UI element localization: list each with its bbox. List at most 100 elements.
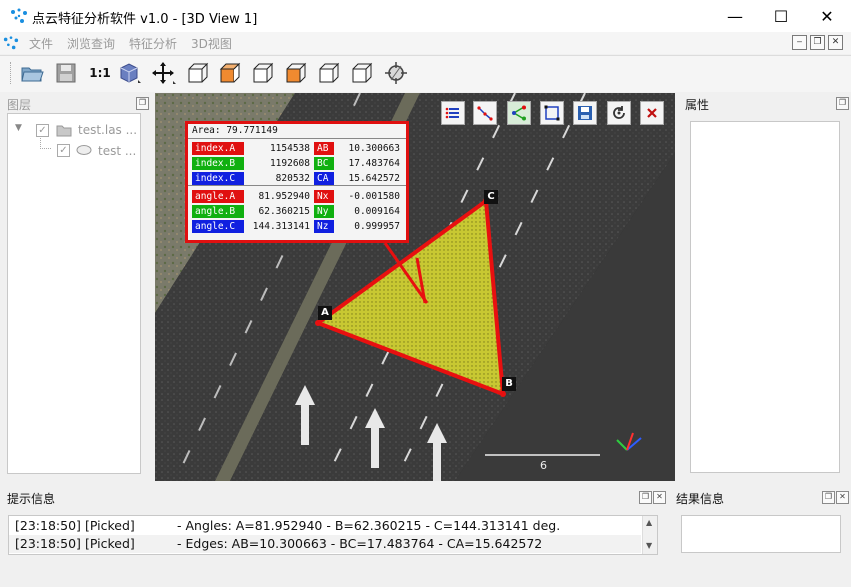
info-label-secondary: Nz <box>314 220 334 233</box>
select-box-icon <box>544 105 560 121</box>
hint-panel-close-button[interactable]: ✕ <box>653 491 666 504</box>
pan-move-icon <box>152 62 176 84</box>
3d-view-canvas[interactable]: A B C 6 Area: 79.771149 index.A 1154538 AB… <box>155 93 675 481</box>
point-label-a: A <box>318 306 332 320</box>
point-a-marker <box>315 320 321 326</box>
properties-area <box>690 121 840 473</box>
cube-view-button[interactable] <box>116 60 144 86</box>
menu-browse[interactable]: 浏览查询 <box>67 35 115 52</box>
view-left-button[interactable] <box>249 60 277 86</box>
mdi-restore-button[interactable]: ❐ <box>810 35 825 50</box>
close-button[interactable]: ✕ <box>804 0 850 32</box>
menu-3d-view[interactable]: 3D视图 <box>191 35 232 52</box>
window-title: 点云特征分析软件 v1.0 - [3D View 1] <box>32 12 258 27</box>
view-triangle-button[interactable] <box>507 101 531 125</box>
menu-analysis[interactable]: 特征分析 <box>129 35 177 52</box>
layer-item-label[interactable]: test.las ... <box>78 123 137 137</box>
view-list-button[interactable] <box>441 101 465 125</box>
measure-target-icon <box>385 62 407 84</box>
scroll-up-icon[interactable]: ▲ <box>646 518 652 527</box>
log-list: [23:18:50] [Picked] - Angles: A=81.95294… <box>8 515 658 555</box>
point-label-b: B <box>502 377 516 391</box>
view-right-button[interactable] <box>315 60 343 86</box>
tree-connector <box>40 136 51 149</box>
view-left-icon <box>253 62 274 83</box>
mdi-minimize-button[interactable]: ‒ <box>792 35 807 50</box>
save-icon <box>56 63 76 83</box>
info-value: 820532 <box>275 173 310 184</box>
result-area <box>681 515 841 553</box>
close-icon <box>647 108 657 118</box>
log-message: - Angles: A=81.952940 - B=62.360215 - C=… <box>177 518 561 533</box>
info-value: 62.360215 <box>258 206 310 217</box>
minimize-button[interactable]: — <box>712 0 758 32</box>
polyline-icon <box>477 106 493 121</box>
app-logo-icon <box>11 8 27 23</box>
layers-panel-float-button[interactable]: ❐ <box>136 97 149 110</box>
result-panel-float-button[interactable]: ❐ <box>822 491 835 504</box>
document-icon <box>3 36 19 50</box>
properties-panel-title: 属性 <box>685 98 710 112</box>
scroll-down-icon[interactable]: ▼ <box>646 541 652 550</box>
info-value: 1192608 <box>269 158 310 169</box>
menu-bar <box>0 32 851 54</box>
mdi-close-button[interactable]: ✕ <box>828 35 843 50</box>
folder-icon <box>56 125 72 137</box>
log-scrollbar[interactable]: ▲ ▼ <box>642 516 657 554</box>
view-back-icon <box>286 62 307 83</box>
view-top-button[interactable] <box>216 60 244 86</box>
view-save-button[interactable] <box>573 101 597 125</box>
view-front-icon <box>188 62 209 83</box>
info-label: index.A <box>192 142 244 155</box>
info-value-secondary: 17.483764 <box>348 158 400 169</box>
reset-icon <box>613 106 625 119</box>
info-value-secondary: 15.642572 <box>348 173 400 184</box>
layers-tree: ▼ ✓ test.las ... ✓ test ... <box>7 113 141 474</box>
divider <box>188 138 406 139</box>
view-bottom-button[interactable] <box>348 60 376 86</box>
info-value-secondary: -0.001580 <box>348 191 400 202</box>
view-top-icon <box>219 62 241 83</box>
measure-button[interactable] <box>382 60 410 86</box>
sublayer-checkbox[interactable]: ✓ <box>57 144 70 157</box>
area-text: Area: 79.771149 <box>192 125 278 136</box>
info-label-secondary: BC <box>314 157 334 170</box>
open-folder-button[interactable] <box>18 60 46 86</box>
share-nodes-icon <box>512 105 526 121</box>
info-label: angle.A <box>192 190 244 203</box>
info-value-secondary: 0.999957 <box>354 221 400 232</box>
view-reset-button[interactable] <box>607 101 631 125</box>
info-value: 1154538 <box>269 143 310 154</box>
info-label: angle.B <box>192 205 244 218</box>
info-label: index.C <box>192 172 244 185</box>
toolbar-grip <box>10 62 13 84</box>
log-tag: [Picked] <box>85 536 135 551</box>
expand-arrow-icon[interactable]: ▼ <box>15 123 22 133</box>
log-row: [23:18:50] [Picked] - Edges: AB=10.30066… <box>9 535 641 553</box>
save-button[interactable] <box>52 60 80 86</box>
view-select-box-button[interactable] <box>540 101 564 125</box>
point-b-marker <box>500 391 506 397</box>
view-polyline-button[interactable] <box>473 101 497 125</box>
cloud-icon <box>76 145 92 155</box>
hint-panel-float-button[interactable]: ❐ <box>639 491 652 504</box>
result-panel-close-button[interactable]: ✕ <box>836 491 849 504</box>
hint-panel-title: 提示信息 <box>7 492 56 506</box>
divider <box>188 185 406 186</box>
info-label-secondary: CA <box>314 172 334 185</box>
view-front-button[interactable] <box>184 60 212 86</box>
sublayer-item-label[interactable]: test ... <box>98 144 136 158</box>
point-label-c: C <box>484 190 498 204</box>
info-label-secondary: Nx <box>314 190 334 203</box>
info-label-secondary: Ny <box>314 205 334 218</box>
info-label: angle.C <box>192 220 244 233</box>
info-value: 81.952940 <box>258 191 310 202</box>
menu-file[interactable]: 文件 <box>29 35 53 52</box>
view-back-button[interactable] <box>282 60 310 86</box>
scale-1-1-button[interactable]: 1:1 <box>86 60 114 86</box>
view-close-button[interactable] <box>640 101 664 125</box>
properties-panel-float-button[interactable]: ❐ <box>836 97 849 110</box>
log-time: [23:18:50] <box>15 518 81 533</box>
pan-move-button[interactable] <box>150 60 178 86</box>
maximize-button[interactable]: ☐ <box>758 0 804 32</box>
